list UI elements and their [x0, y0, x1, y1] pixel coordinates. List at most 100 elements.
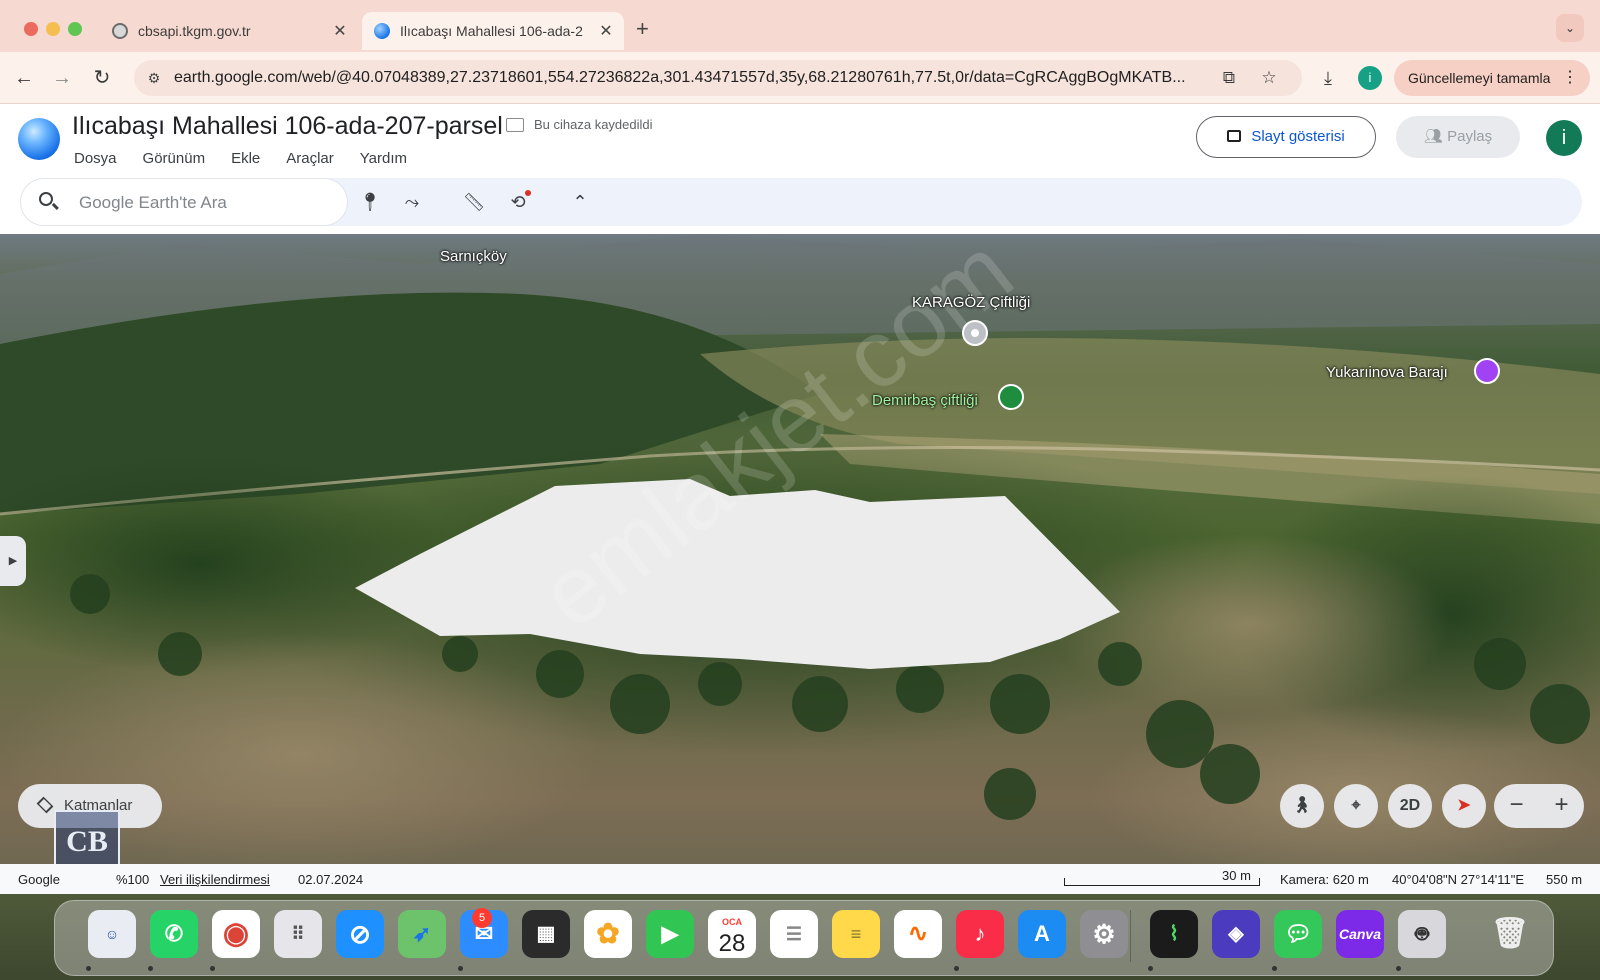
downloads-icon[interactable]: ⤓ [1314, 64, 1342, 92]
calendar-icon[interactable]: OCA 28 [708, 910, 756, 958]
forward-button[interactable]: → [48, 64, 76, 92]
more-menu-icon[interactable]: ⋮ [1562, 60, 1578, 96]
menu-add[interactable]: Ekle [231, 150, 260, 167]
zoom-in-button[interactable]: + [1539, 784, 1584, 828]
mail-badge: 5 [472, 908, 492, 928]
slideshow-button[interactable]: Slayt gösterisi [1196, 116, 1376, 158]
cursor-coordinates: 40°04'08"N 27°14'11"E [1392, 872, 1525, 887]
close-tab-icon[interactable]: ✕ [328, 21, 352, 41]
earth-3d-view[interactable]: emlakjet.com Sarnıçköy KARAGÖZ Çiftliği … [0, 234, 1600, 892]
reload-button[interactable]: ↻ [88, 64, 116, 92]
activity-monitor-icon[interactable]: ⌇ [1150, 910, 1198, 958]
profile-avatar[interactable]: i [1358, 66, 1382, 90]
trash-icon[interactable]: 🗑︎ [1486, 910, 1534, 958]
tab-search-button[interactable]: ⌄ [1556, 14, 1584, 42]
running-indicator [210, 966, 215, 971]
label-demirbas[interactable]: Demirbaş çiftliği [872, 392, 978, 409]
compass-icon[interactable]: ➤ [1442, 784, 1486, 828]
label-yukariinova[interactable]: Yukarıinova Barajı [1326, 364, 1448, 381]
calendar-month: OCA [722, 917, 742, 927]
minimize-window-button[interactable] [46, 22, 60, 36]
site-settings-icon[interactable]: ⚙ [144, 68, 164, 88]
running-indicator [86, 966, 91, 971]
close-window-button[interactable] [24, 22, 38, 36]
running-indicator [954, 966, 959, 971]
location-icon[interactable]: ⌖ [1334, 784, 1378, 828]
saved-device-icon [506, 118, 524, 132]
menu-view[interactable]: Görünüm [143, 150, 206, 167]
menu-help[interactable]: Yardım [360, 150, 407, 167]
farm-pin-icon[interactable] [998, 384, 1024, 410]
pegman-icon[interactable]: 🚶︎ [1280, 784, 1324, 828]
share-button[interactable]: 👥︎ Paylaş [1396, 116, 1520, 158]
canva-icon[interactable]: Canva [1336, 910, 1384, 958]
history-tool-icon[interactable]: ⟲ [504, 188, 532, 216]
running-indicator [458, 966, 463, 971]
label-sarnickoy[interactable]: Sarnıçköy [440, 248, 507, 265]
safari-icon[interactable]: ⊘ [336, 910, 384, 958]
finder-icon[interactable]: ☺ [88, 910, 136, 958]
music-icon[interactable]: ♪ [956, 910, 1004, 958]
robot-app-icon[interactable]: 🤖︎ [1398, 910, 1446, 958]
whatsapp-icon[interactable]: ✆ [150, 910, 198, 958]
notes-icon[interactable]: ≡ [832, 910, 880, 958]
browser-tab-strip: cbsapi.tkgm.gov.tr ✕ Ilıcabaşı Mahallesi… [0, 0, 1600, 52]
path-tool-icon[interactable]: ⤳ [398, 188, 426, 216]
tab-title: Ilıcabaşı Mahallesi 106-ada-2 [400, 23, 583, 39]
menu-tools[interactable]: Araçlar [286, 150, 334, 167]
project-title[interactable]: Ilıcabaşı Mahallesi 106-ada-207-parsel [72, 112, 503, 141]
layers-icon [36, 796, 54, 814]
placemark-tool-icon[interactable]: 📍︎ [356, 188, 384, 216]
browser-tab-tkgm[interactable]: cbsapi.tkgm.gov.tr ✕ [100, 12, 358, 50]
address-bar[interactable]: ⚙ earth.google.com/web/@40.07048389,27.2… [134, 60, 1302, 96]
data-attribution-link[interactable]: Veri ilişkilendirmesi [160, 872, 270, 887]
running-indicator [1396, 966, 1401, 971]
view-mode-button[interactable]: 2D [1388, 784, 1432, 828]
messages-icon[interactable]: 💬︎ [1274, 910, 1322, 958]
tab-title: cbsapi.tkgm.gov.tr [138, 23, 251, 39]
imagery-date: 02.07.2024 [298, 872, 364, 887]
scale-label: 30 m [1222, 868, 1251, 883]
app-store-icon[interactable]: A [1018, 910, 1066, 958]
dock-separator [1130, 910, 1131, 962]
maps-icon[interactable]: ➶ [398, 910, 446, 958]
slideshow-icon [1227, 130, 1242, 142]
slideshow-label: Slayt gösterisi [1251, 128, 1345, 145]
camera-pin-icon[interactable] [1474, 358, 1500, 384]
google-earth-logo[interactable] [18, 118, 60, 160]
shortcuts-icon[interactable]: ◈ [1212, 910, 1260, 958]
maximize-window-button[interactable] [68, 22, 82, 36]
menu-file[interactable]: Dosya [74, 150, 117, 167]
facetime-icon[interactable]: ▶ [646, 910, 694, 958]
update-chrome-button[interactable]: Güncellemeyi tamamla ⋮ [1394, 60, 1590, 96]
place-pin-icon[interactable] [962, 320, 988, 346]
collapse-toolbar-icon[interactable]: ⌃ [566, 188, 594, 216]
photos-icon[interactable]: ✿ [584, 910, 632, 958]
install-app-icon[interactable]: ⧉ [1218, 67, 1240, 89]
back-button[interactable]: ← [10, 64, 38, 92]
search-input[interactable] [79, 191, 329, 215]
reminders-icon[interactable]: ☰ [770, 910, 818, 958]
running-indicator [1148, 966, 1153, 971]
account-avatar[interactable]: i [1546, 120, 1582, 156]
google-earth-icon [374, 23, 390, 39]
label-karagoz[interactable]: KARAGÖZ Çiftliği [912, 294, 1030, 311]
camera-altitude: Kamera: 620 m [1280, 872, 1369, 887]
launchpad-icon[interactable]: ⠿ [274, 910, 322, 958]
google-attribution: Google [18, 872, 60, 887]
calculator-icon[interactable]: ▦ [522, 910, 570, 958]
search-box[interactable] [20, 178, 348, 226]
new-tab-button[interactable]: + [636, 16, 649, 42]
zoom-out-button[interactable]: − [1494, 784, 1539, 828]
browser-tab-google-earth[interactable]: Ilıcabaşı Mahallesi 106-ada-2 ✕ [362, 12, 624, 50]
expand-panel-button[interactable]: ▶ [0, 536, 26, 586]
running-indicator [148, 966, 153, 971]
ruler-tool-icon[interactable]: 📏︎ [460, 188, 488, 216]
chrome-icon[interactable]: ◉ [212, 910, 260, 958]
freeform-icon[interactable]: ∿ [894, 910, 942, 958]
close-tab-icon[interactable]: ✕ [594, 21, 618, 41]
earth-toolbar: 📍︎ ⤳ 📏︎ ⟲ ⌃ [20, 178, 1582, 226]
system-settings-icon[interactable]: ⚙ [1080, 910, 1128, 958]
calendar-day: 28 [718, 930, 746, 957]
bookmark-star-icon[interactable]: ☆ [1258, 67, 1280, 89]
